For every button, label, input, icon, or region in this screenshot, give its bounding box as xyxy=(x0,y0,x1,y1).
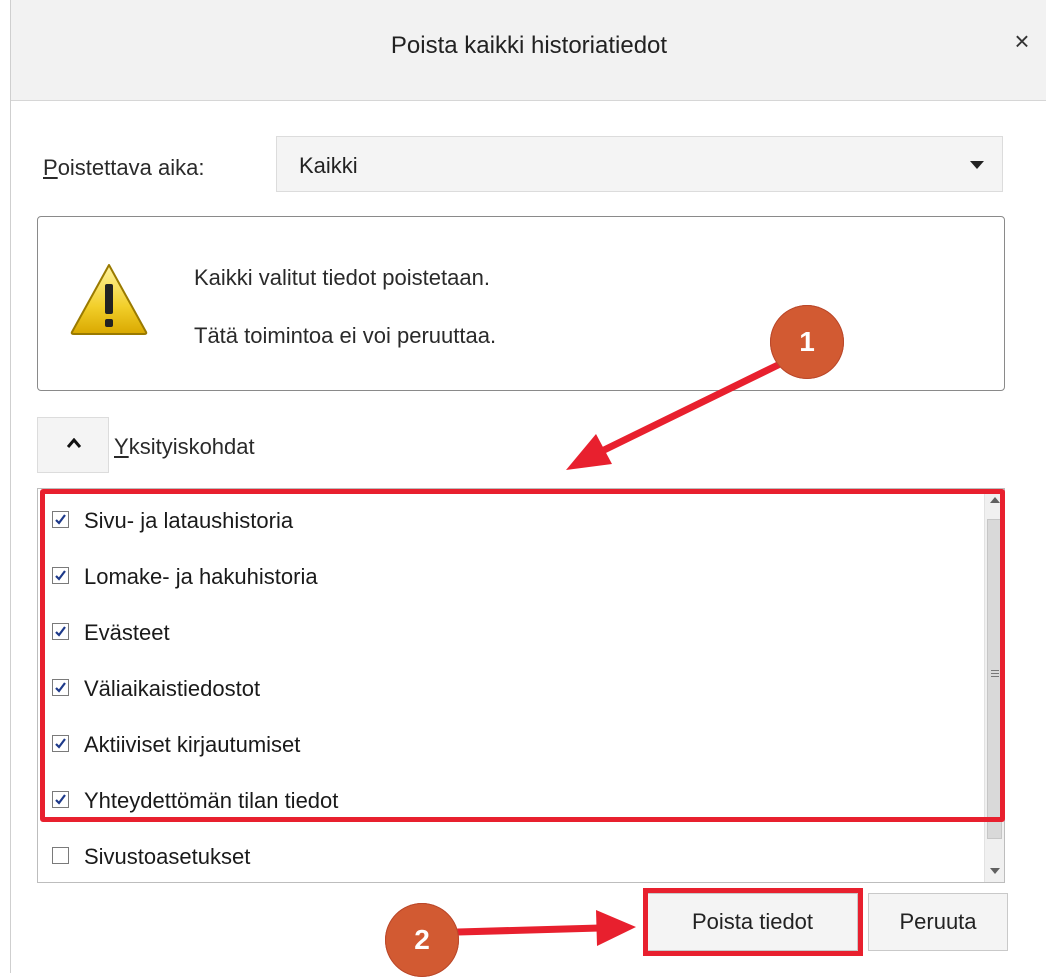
item-label: Evästeet xyxy=(84,620,170,645)
scroll-thumb[interactable] xyxy=(987,519,1002,839)
item-label: Aktiiviset kirjautumiset xyxy=(84,732,301,757)
warning-text-line2: Tätä toimintoa ei voi peruuttaa. xyxy=(194,323,497,348)
checkmark-icon xyxy=(55,514,66,525)
checkbox-site-preferences[interactable] xyxy=(52,847,69,864)
warning-box: Kaikki valitut tiedot poistetaan. Tätä t… xyxy=(37,216,1005,391)
checkbox-cookies[interactable] xyxy=(52,623,69,640)
time-range-select[interactable]: Kaikki xyxy=(276,136,1003,192)
clear-now-button[interactable]: Poista tiedot xyxy=(647,893,858,951)
warning-text-line1: Kaikki valitut tiedot poistetaan. xyxy=(194,265,490,290)
annotation-badge-1: 1 xyxy=(770,305,844,379)
listbox-scrollbar[interactable] xyxy=(984,489,1004,882)
dialog-titlebar: Poista kaikki historiatiedot × xyxy=(11,0,1046,101)
item-label: Sivu- ja lataushistoria xyxy=(84,508,294,533)
details-toggle-button[interactable] xyxy=(37,417,109,473)
grip-icon xyxy=(991,670,999,679)
scroll-up-arrow-icon[interactable] xyxy=(990,497,1000,503)
checkmark-icon xyxy=(55,794,66,805)
item-label: Väliaikaistiedostot xyxy=(84,676,261,701)
warning-triangle-icon xyxy=(70,264,148,335)
time-range-accesskey: P xyxy=(43,155,58,180)
item-label: Lomake- ja hakuhistoria xyxy=(84,564,318,589)
details-accesskey: Y xyxy=(114,434,129,459)
checkbox-browsing-history[interactable] xyxy=(52,511,69,528)
checkbox-active-logins[interactable] xyxy=(52,735,69,752)
checkbox-form-history[interactable] xyxy=(52,567,69,584)
dialog-title: Poista kaikki historiatiedot xyxy=(390,32,668,59)
details-label-text: ksityiskohdat xyxy=(128,434,255,459)
time-range-label-text: oistettava aika: xyxy=(57,155,205,180)
time-range-value: Kaikki xyxy=(299,153,358,178)
checkbox-offline-data[interactable] xyxy=(52,791,69,808)
details-listbox: Sivu- ja lataushistoria Lomake- ja hakuh… xyxy=(37,488,1005,883)
scroll-down-arrow-icon[interactable] xyxy=(990,868,1000,874)
time-range-label: Poistettava aika: xyxy=(43,155,204,181)
annotation-badge-2: 2 xyxy=(385,903,459,977)
cancel-button[interactable]: Peruuta xyxy=(868,893,1008,951)
chevron-down-icon xyxy=(970,161,984,169)
chevron-up-icon xyxy=(67,438,81,448)
checkmark-icon xyxy=(55,738,66,749)
details-label: Yksityiskohdat xyxy=(114,434,255,460)
checkmark-icon xyxy=(55,570,66,581)
checkmark-icon xyxy=(55,682,66,693)
close-icon[interactable]: × xyxy=(1007,26,1037,56)
checkbox-cache[interactable] xyxy=(52,679,69,696)
item-label: Sivustoasetukset xyxy=(84,844,251,869)
checkmark-icon xyxy=(55,626,66,637)
item-label: Yhteydettömän tilan tiedot xyxy=(84,788,339,813)
